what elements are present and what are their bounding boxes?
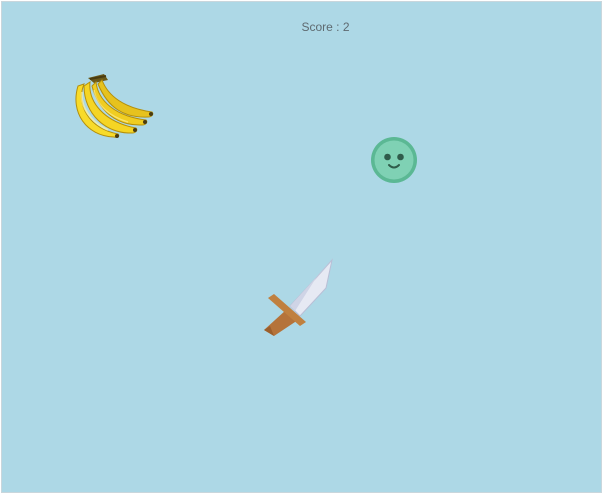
score-label: Score : 2 bbox=[301, 20, 350, 34]
score-display: Score : 2 bbox=[2, 20, 601, 34]
banana-icon[interactable] bbox=[74, 70, 158, 138]
game-canvas[interactable]: Score : 2 bbox=[1, 1, 602, 493]
smiley-ball-icon[interactable] bbox=[369, 135, 419, 185]
sword-icon[interactable] bbox=[260, 256, 340, 340]
